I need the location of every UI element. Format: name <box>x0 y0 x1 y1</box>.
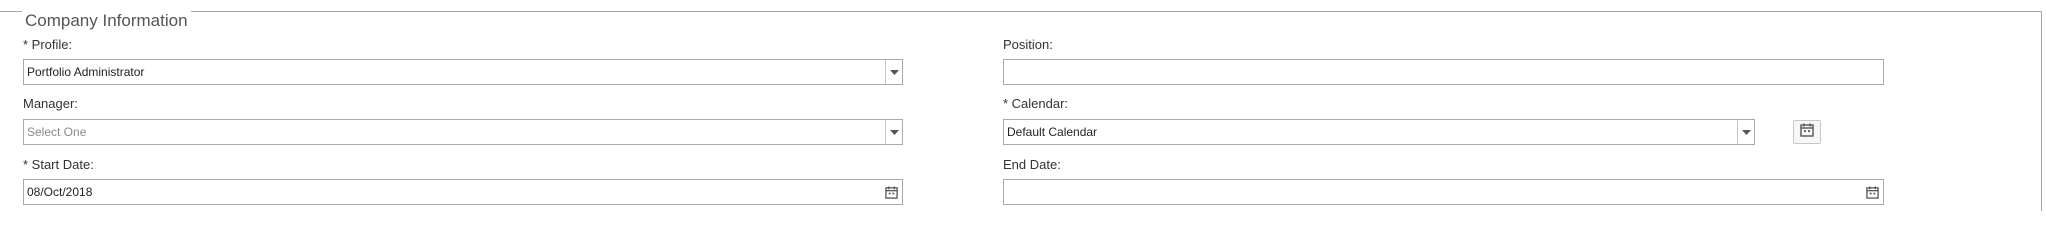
profile-select[interactable]: Portfolio Administrator <box>23 59 903 85</box>
profile-select-value: Portfolio Administrator <box>27 65 145 79</box>
profile-label: * Profile: <box>23 37 73 52</box>
position-input[interactable] <box>1003 59 1884 85</box>
start-date-value: 08/Oct/2018 <box>27 185 93 199</box>
calendar-label: * Calendar: <box>1003 96 1069 111</box>
end-date-label: End Date: <box>1003 157 1061 172</box>
calendar-icon <box>1800 123 1814 142</box>
manager-select[interactable]: Select One <box>23 119 903 145</box>
calendar-select-value: Default Calendar <box>1007 125 1098 139</box>
start-date-input[interactable]: 08/Oct/2018 <box>23 179 903 205</box>
calendar-settings-button[interactable] <box>1793 120 1821 144</box>
manager-select-placeholder: Select One <box>27 125 87 139</box>
calendar-select[interactable]: Default Calendar <box>1003 119 1755 145</box>
calendar-icon[interactable] <box>1863 180 1881 204</box>
start-date-label: * Start Date: <box>23 157 94 172</box>
manager-label: Manager: <box>23 96 78 111</box>
end-date-input[interactable] <box>1003 179 1884 205</box>
chevron-down-icon[interactable] <box>885 60 902 84</box>
chevron-down-icon[interactable] <box>885 120 902 144</box>
position-label: Position: <box>1003 37 1053 52</box>
chevron-down-icon[interactable] <box>1737 120 1754 144</box>
section-legend: Company Information <box>22 11 191 31</box>
calendar-icon[interactable] <box>882 180 900 204</box>
